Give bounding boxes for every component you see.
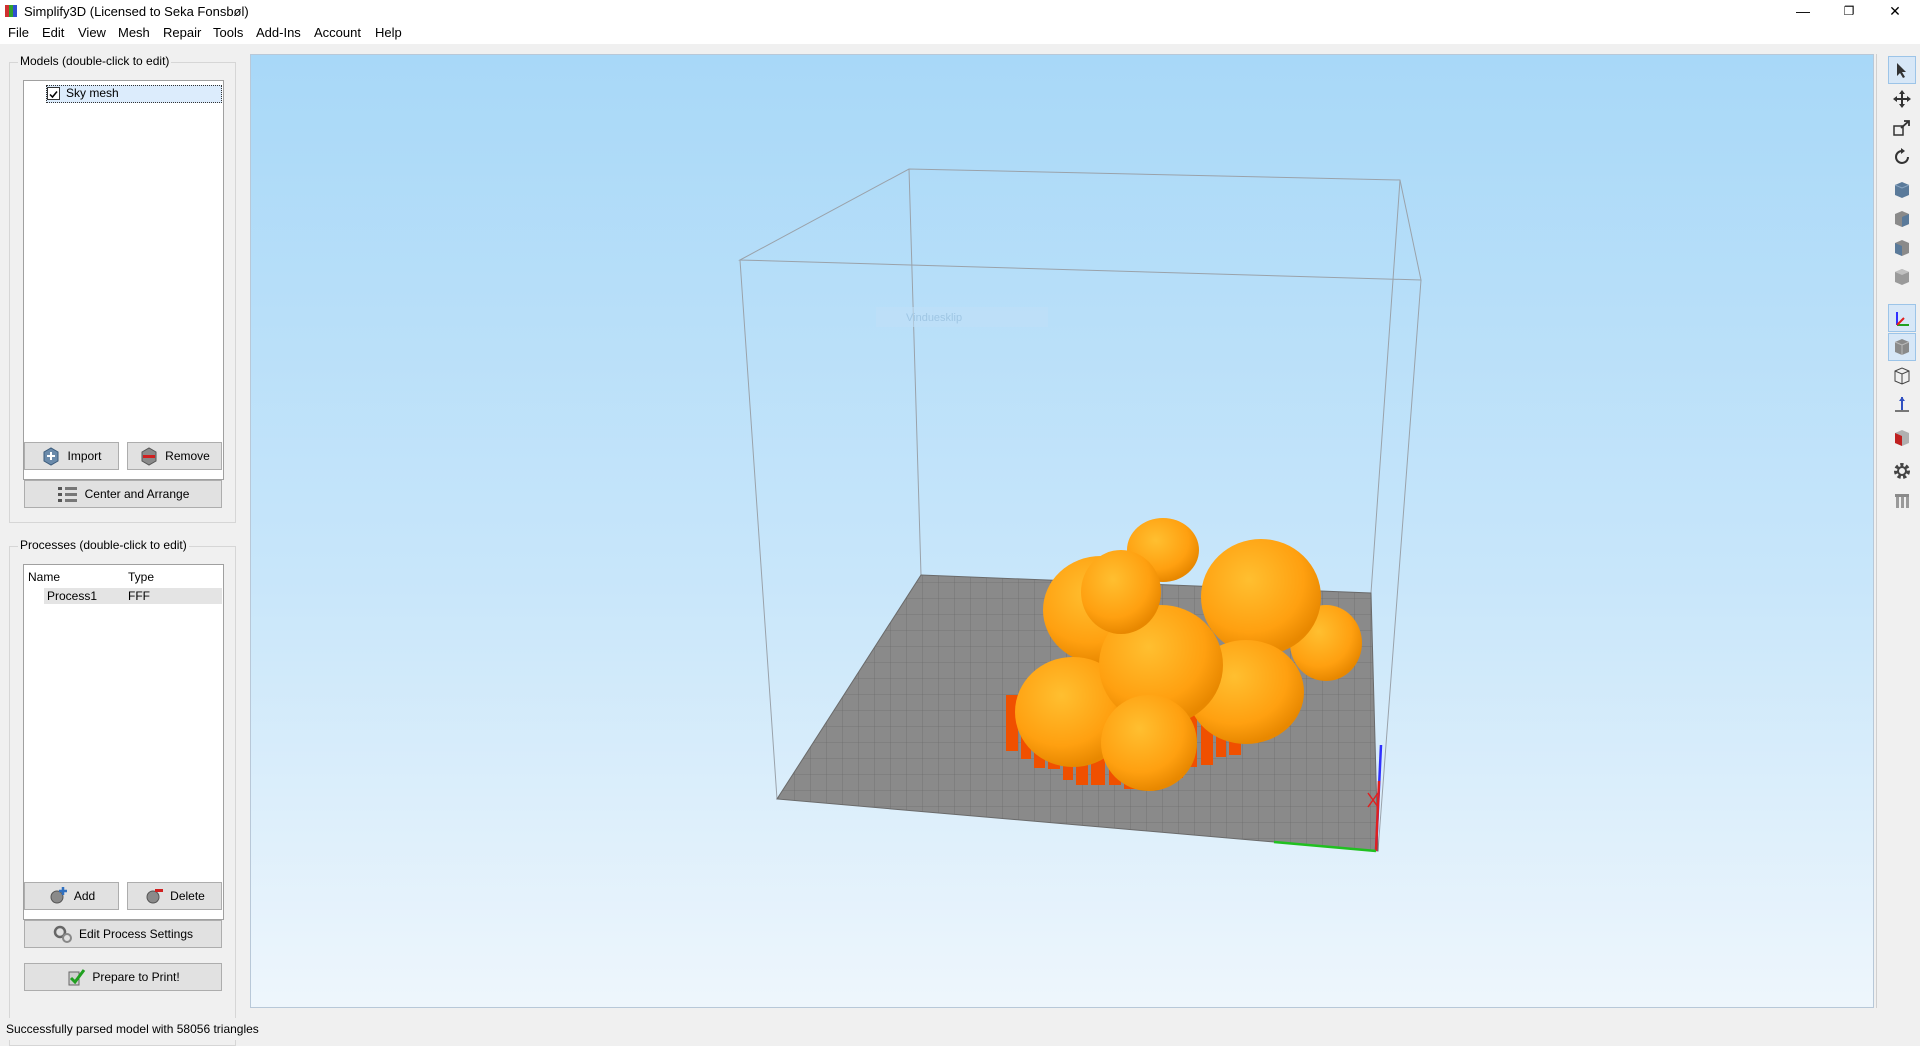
3d-viewport[interactable]: Vinduesklip (250, 54, 1874, 1008)
right-toolbar (1884, 54, 1920, 1008)
menu-view[interactable]: View (78, 25, 106, 40)
process-type: FFF (128, 589, 150, 603)
add-process-icon (50, 887, 67, 904)
menu-add-ins[interactable]: Add-Ins (256, 25, 301, 40)
column-header-type[interactable]: Type (128, 570, 154, 584)
processes-group-label: Processes (double-click to edit) (18, 538, 189, 552)
processes-list[interactable]: Name Type Process1 FFF (23, 564, 224, 920)
settings-gear-icon[interactable] (1888, 457, 1916, 485)
prepare-to-print-button[interactable]: Prepare to Print! (24, 963, 222, 991)
table-row[interactable]: Process1 FFF (44, 588, 222, 604)
menu-account[interactable]: Account (314, 25, 361, 40)
add-process-button[interactable]: Add (24, 882, 119, 910)
window-title: Simplify3D (Licensed to Seka Fonsbøl) (24, 4, 249, 19)
edit-process-settings-button[interactable]: Edit Process Settings (24, 920, 222, 948)
scale-icon[interactable] (1888, 114, 1916, 142)
process-name: Process1 (47, 589, 98, 603)
menu-tools[interactable]: Tools (213, 25, 243, 40)
minimize-button[interactable]: — (1780, 0, 1826, 22)
delete-process-button[interactable]: Delete (127, 882, 222, 910)
rotate-icon[interactable] (1888, 143, 1916, 171)
cross-section-icon[interactable] (1888, 424, 1916, 452)
import-button[interactable]: Import (24, 442, 119, 470)
toolbar-separator (1876, 54, 1877, 1008)
prepare-check-icon (68, 969, 86, 986)
add-label: Add (73, 889, 96, 903)
restore-button[interactable]: ❐ (1826, 0, 1872, 22)
delete-label: Delete (170, 889, 205, 903)
checkmark-icon (49, 91, 58, 99)
center-arrange-label: Center and Arrange (84, 487, 190, 501)
center-arrange-button[interactable]: Center and Arrange (24, 480, 222, 508)
menu-edit[interactable]: Edit (42, 25, 64, 40)
axes-icon[interactable] (1888, 304, 1916, 332)
watermark-text: Vinduesklip (906, 312, 962, 324)
front-view-icon[interactable] (1888, 205, 1916, 233)
models-list[interactable]: Sky mesh (23, 80, 224, 480)
models-group-label: Models (double-click to edit) (18, 54, 172, 68)
remove-icon (141, 447, 157, 466)
solid-view-icon[interactable] (1888, 333, 1916, 361)
import-label: Import (67, 449, 102, 463)
remove-label: Remove (165, 449, 210, 463)
center-arrange-icon (57, 487, 77, 502)
default-view-icon[interactable] (1888, 176, 1916, 204)
wireframe-icon[interactable] (1888, 362, 1916, 390)
move-icon[interactable] (1888, 85, 1916, 113)
menu-file[interactable]: File (8, 25, 29, 40)
support-icon[interactable] (1888, 486, 1916, 514)
status-text: Successfully parsed model with 58056 tri… (6, 1022, 259, 1036)
delete-process-icon (146, 889, 164, 904)
remove-button[interactable]: Remove (127, 442, 222, 470)
right-view-icon[interactable] (1888, 263, 1916, 291)
model-checkbox[interactable] (47, 87, 60, 100)
close-button[interactable]: ✕ (1872, 0, 1918, 22)
menu-repair[interactable]: Repair (163, 25, 201, 40)
gears-icon (53, 925, 72, 943)
select-arrow-icon[interactable] (1888, 56, 1916, 84)
import-icon (43, 447, 59, 466)
menu-bar: File Edit View Mesh Repair Tools Add-Ins… (0, 22, 1920, 44)
app-logo-icon (5, 5, 17, 17)
menu-help[interactable]: Help (375, 25, 402, 40)
prepare-label: Prepare to Print! (92, 970, 180, 984)
build-volume-axis-icon[interactable] (1888, 391, 1916, 419)
menu-mesh[interactable]: Mesh (118, 25, 150, 40)
model-name: Sky mesh (66, 86, 119, 100)
scene: Vinduesklip (738, 168, 1422, 853)
left-view-icon[interactable] (1888, 234, 1916, 262)
left-panel: Models (double-click to edit) Sky mesh I… (0, 44, 248, 1046)
edit-process-label: Edit Process Settings (78, 927, 194, 941)
title-bar: Simplify3D (Licensed to Seka Fonsbøl) — … (0, 0, 1920, 22)
status-bar: Successfully parsed model with 58056 tri… (0, 1018, 1920, 1040)
column-header-name[interactable]: Name (28, 570, 60, 584)
